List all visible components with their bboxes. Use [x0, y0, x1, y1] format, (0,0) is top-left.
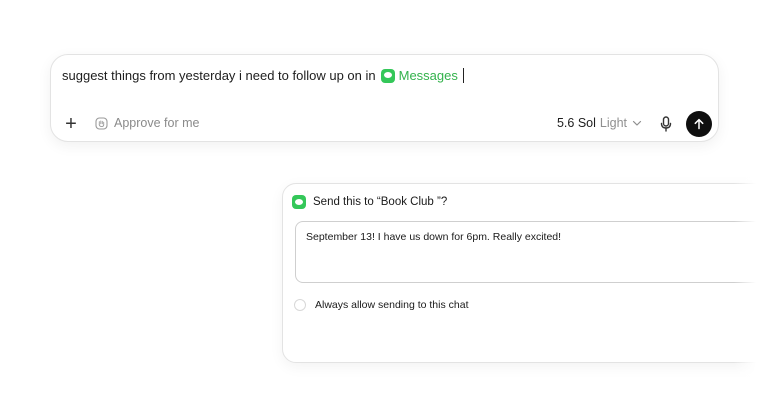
- microphone-icon: [660, 116, 672, 132]
- dialog-title: Send this to “Book Club ”?: [313, 196, 448, 208]
- edge-fade: [734, 0, 768, 402]
- add-button[interactable]: +: [63, 113, 79, 135]
- message-draft-text: September 13! I have us down for 6pm. Re…: [306, 231, 562, 243]
- send-confirmation-dialog: Send this to “Book Club ”? September 13!…: [282, 183, 768, 363]
- model-selector[interactable]: 5.6 Sol Light: [557, 116, 642, 130]
- microphone-button[interactable]: [658, 114, 674, 134]
- messages-icon: [292, 195, 306, 209]
- approve-for-me-button[interactable]: Approve for me: [95, 116, 199, 130]
- messages-icon: [380, 68, 395, 83]
- prompt-input[interactable]: suggest things from yesterday i need to …: [62, 68, 464, 83]
- chevron-down-icon: [632, 120, 642, 126]
- text-caret: [462, 68, 464, 83]
- page: suggest things from yesterday i need to …: [0, 0, 768, 402]
- model-name: 5.6 Sol: [556, 116, 596, 130]
- approve-label: Approve for me: [114, 116, 200, 130]
- model-variant: Light: [599, 116, 627, 130]
- send-button[interactable]: [686, 111, 712, 137]
- always-allow-label: Always allow sending to this chat: [315, 299, 469, 311]
- always-allow-option[interactable]: Always allow sending to this chat: [294, 299, 469, 311]
- composer: suggest things from yesterday i need to …: [50, 54, 719, 142]
- composer-toolbar: + Approve for me 5.6 Sol Light: [51, 111, 718, 137]
- prompt-text: suggest things from yesterday i need to …: [62, 68, 376, 83]
- message-draft-field[interactable]: September 13! I have us down for 6pm. Re…: [295, 221, 768, 283]
- always-allow-radio[interactable]: [294, 299, 306, 311]
- dialog-header: Send this to “Book Club ”?: [292, 195, 447, 209]
- app-chip-label: Messages: [398, 68, 458, 83]
- messages-app-chip[interactable]: Messages: [380, 68, 458, 83]
- hand-icon: [95, 116, 108, 130]
- arrow-up-icon: [694, 118, 704, 130]
- plus-icon: +: [65, 113, 77, 135]
